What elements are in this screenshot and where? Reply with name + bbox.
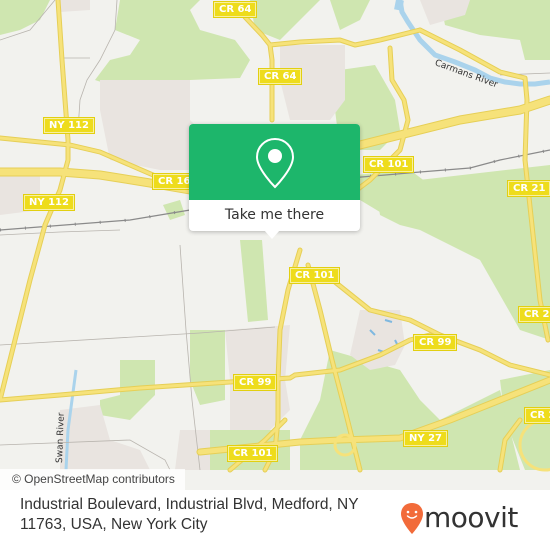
road-label-cr101: CR 101 bbox=[364, 157, 414, 172]
popup-pointer bbox=[264, 230, 280, 239]
river-label-swan: Swan River bbox=[55, 412, 67, 464]
road-label-ny27: NY 27 bbox=[404, 431, 448, 446]
moovit-logo: moovit bbox=[400, 498, 540, 542]
take-me-there-button[interactable]: Take me there bbox=[189, 200, 360, 231]
road-label-cr21: CR 21 bbox=[519, 307, 550, 322]
popup-header bbox=[189, 124, 360, 200]
road-label-ny112: NY 112 bbox=[24, 195, 74, 210]
moovit-wordmark: moovit bbox=[424, 501, 518, 534]
footer: Industrial Boulevard, Industrial Blvd, M… bbox=[0, 490, 550, 550]
location-popup: Take me there bbox=[189, 124, 360, 239]
road-label-cr64: CR 64 bbox=[259, 69, 302, 84]
moovit-pin-icon bbox=[401, 503, 423, 534]
map-attribution[interactable]: © OpenStreetMap contributors bbox=[0, 469, 185, 490]
road-label-ny112: NY 112 bbox=[44, 118, 94, 133]
map-pin-icon bbox=[255, 137, 295, 189]
map-view[interactable]: CR 64 CR 64 NY 112 NY 112 CR 16 CR 101 C… bbox=[0, 0, 550, 490]
road-label-cr21: CR 21 bbox=[508, 181, 550, 196]
road-label-cr-edge: CR 2 bbox=[525, 408, 550, 423]
address-text: Industrial Boulevard, Industrial Blvd, M… bbox=[20, 496, 359, 533]
road-label-cr101: CR 101 bbox=[228, 446, 278, 461]
road-label-cr101: CR 101 bbox=[290, 268, 340, 283]
road-label-cr64: CR 64 bbox=[214, 2, 257, 17]
road-label-cr99: CR 99 bbox=[414, 335, 457, 350]
road-label-cr99: CR 99 bbox=[234, 375, 277, 390]
